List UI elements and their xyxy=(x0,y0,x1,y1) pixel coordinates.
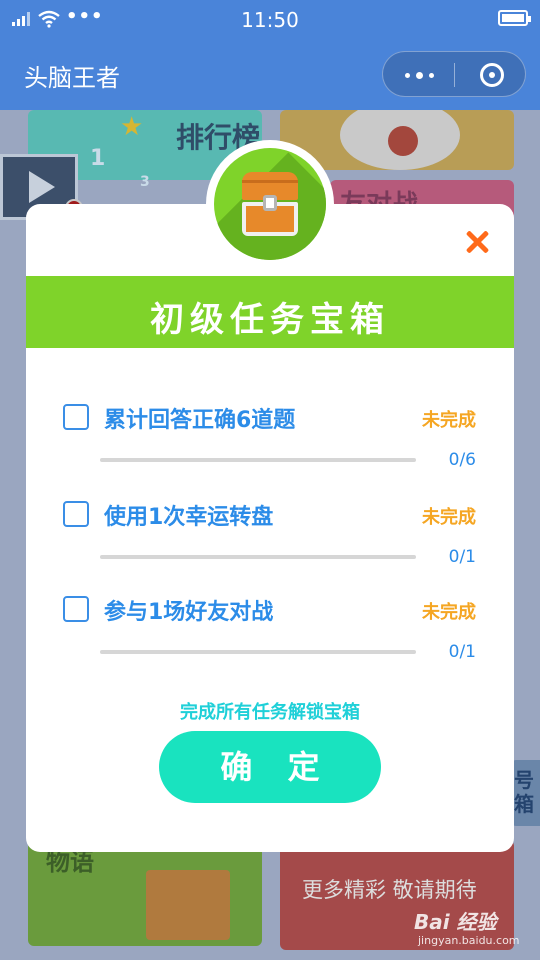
task-progress-bar xyxy=(100,555,416,559)
battery-icon xyxy=(498,10,531,26)
side-tab-label: 号箱 xyxy=(514,768,534,816)
rank-badge-3: 3 xyxy=(140,174,150,190)
status-time: 11:50 xyxy=(241,8,299,32)
close-icon[interactable] xyxy=(464,228,492,256)
task-status: 未完成 xyxy=(422,602,476,623)
baidu-watermark: Bai 经验 jingyan.baidu.com xyxy=(414,906,534,956)
task-status: 未完成 xyxy=(422,410,476,431)
watermark-logo: Bai 经验 xyxy=(414,910,497,934)
more-icon[interactable] xyxy=(383,52,454,98)
unlock-hint: 完成所有任务解锁宝箱 xyxy=(180,702,360,723)
dialog-title: 初级任务宝箱 xyxy=(150,300,390,340)
task-checkbox[interactable] xyxy=(63,404,89,430)
task-chest-dialog: 初级任务宝箱 累计回答正确6道题 未完成 0/6 使用1次幸运转盘 未完成 0/… xyxy=(26,204,514,852)
task-label: 使用1次幸运转盘 xyxy=(104,505,274,530)
confirm-button[interactable]: 确 定 xyxy=(159,731,381,803)
task-progress-count: 0/1 xyxy=(448,547,476,567)
task-item: 使用1次幸运转盘 未完成 0/1 xyxy=(26,501,514,591)
watermark-url: jingyan.baidu.com xyxy=(418,934,520,947)
task-checkbox[interactable] xyxy=(63,501,89,527)
miniprogram-capsule xyxy=(382,51,526,97)
page-title: 头脑王者 xyxy=(24,64,120,92)
task-label: 参与1场好友对战 xyxy=(104,600,274,625)
coming-soon-label: 更多精彩 敬请期待 xyxy=(302,878,477,902)
task-item: 参与1场好友对战 未完成 0/1 xyxy=(26,596,514,686)
task-status: 未完成 xyxy=(422,507,476,528)
treasure-chest-icon xyxy=(214,148,326,260)
task-progress-count: 0/6 xyxy=(448,450,476,470)
rank-badge-1: 1 xyxy=(90,146,106,171)
side-tab: 号箱 xyxy=(512,760,540,826)
task-progress-count: 0/1 xyxy=(448,642,476,662)
close-miniprogram-icon[interactable] xyxy=(455,52,527,98)
task-label: 累计回答正确6道题 xyxy=(104,408,296,433)
chest-badge xyxy=(206,140,334,268)
character-mouth xyxy=(388,126,418,156)
cardboard-box-icon xyxy=(146,870,230,940)
nav-bar: 头脑王者 xyxy=(0,40,540,110)
task-checkbox[interactable] xyxy=(63,596,89,622)
task-progress-bar xyxy=(100,458,416,462)
box-tile: 物语 xyxy=(28,840,262,946)
star-icon: ★ xyxy=(120,112,144,142)
play-icon xyxy=(29,171,55,203)
task-item: 累计回答正确6道题 未完成 0/6 xyxy=(26,404,514,494)
status-bar: ••• 11:50 xyxy=(0,0,540,40)
task-progress-bar xyxy=(100,650,416,654)
